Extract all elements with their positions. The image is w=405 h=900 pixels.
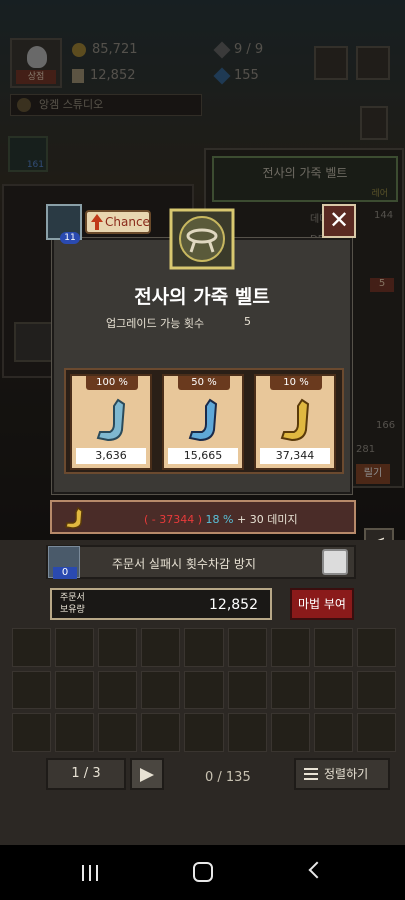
scroll-holdings: 주문서 보유량 12,852	[50, 588, 272, 620]
belt-item-icon	[169, 208, 235, 270]
recent-apps-button[interactable]	[82, 865, 100, 881]
inventory-slot[interactable]	[98, 628, 138, 667]
inventory-slot[interactable]	[356, 670, 396, 710]
inventory-slot[interactable]	[12, 713, 52, 752]
inventory-slot[interactable]	[184, 713, 224, 752]
inventory-slot[interactable]	[55, 628, 95, 667]
belt-scroll-icon	[188, 398, 218, 442]
inventory-slot[interactable]	[356, 628, 396, 667]
success-rate: 18 %	[205, 513, 234, 526]
protect-scroll-count: 0	[53, 567, 77, 579]
option-percent: 100 %	[86, 376, 138, 390]
scroll-option-50[interactable]: 50 % 15,665	[162, 374, 244, 470]
holdings-label: 주문서 보유량	[60, 593, 85, 615]
inventory-slot[interactable]	[12, 670, 52, 710]
option-price: 37,344	[260, 448, 330, 464]
inventory-slot[interactable]	[313, 628, 353, 667]
inventory-slot[interactable]	[141, 628, 181, 667]
equip-level-badge: 11	[60, 232, 80, 244]
inventory-slot[interactable]	[227, 713, 267, 752]
inventory-slot[interactable]	[356, 713, 396, 752]
inventory-slot[interactable]	[227, 628, 267, 667]
inventory-slot[interactable]	[227, 670, 267, 710]
option-percent: 50 %	[178, 376, 230, 390]
scroll-option-100[interactable]: 100 % 3,636	[70, 374, 152, 470]
inventory-slot[interactable]	[184, 628, 224, 667]
close-icon: ✕	[328, 206, 350, 234]
option-percent: 10 %	[270, 376, 322, 390]
inventory-slot[interactable]	[12, 628, 52, 667]
gold-belt-icon	[65, 506, 83, 529]
damage-preview-bar: ( - 37344 ) 18 % + 30 데미지	[50, 500, 356, 534]
scroll-options: 100 % 3,636 50 % 15,665 10 % 37,344	[64, 368, 344, 474]
sort-label: 정렬하기	[324, 767, 369, 781]
protect-option-label: 주문서 실패시 횟수차감 방지	[112, 557, 256, 571]
upgrade-count-value: 5	[244, 315, 251, 328]
chance-button[interactable]: Chance	[85, 210, 151, 234]
modal-title: 전사의 가죽 벨트	[134, 286, 270, 308]
enchant-button[interactable]: 마법 부여	[290, 588, 354, 620]
inventory-grid	[12, 628, 396, 752]
inventory-slot[interactable]	[270, 670, 310, 710]
upgrade-modal: 전사의 가죽 벨트 업그레이드 가능 횟수 5 100 % 3,636 50 %…	[52, 238, 352, 494]
cost-negative: ( - 37344 )	[144, 513, 203, 526]
inventory-slot[interactable]	[141, 670, 181, 710]
inventory-slot[interactable]	[98, 670, 138, 710]
holdings-value: 12,852	[209, 597, 258, 613]
sort-button[interactable]: 정렬하기	[294, 758, 390, 790]
close-button[interactable]: ✕	[322, 204, 356, 238]
option-price: 3,636	[76, 448, 146, 464]
inventory-count: 0 / 135	[205, 770, 251, 785]
scroll-option-10[interactable]: 10 % 37,344	[254, 374, 336, 470]
protect-scroll-icon: 0	[48, 546, 80, 579]
protect-checkbox[interactable]	[322, 549, 348, 575]
inventory-slot[interactable]	[98, 713, 138, 752]
upgrade-count-label: 업그레이드 가능 횟수	[106, 317, 205, 330]
inventory-slot[interactable]	[141, 713, 181, 752]
page-indicator[interactable]: 1 / 3	[46, 758, 126, 790]
option-price: 15,665	[168, 448, 238, 464]
sort-icon	[304, 768, 318, 780]
damage-preview-text: ( - 37344 ) 18 % + 30 데미지	[144, 511, 298, 527]
inventory-slot[interactable]	[313, 713, 353, 752]
arrow-up-icon	[91, 214, 103, 222]
next-page-button[interactable]	[130, 758, 164, 790]
belt-scroll-icon	[280, 398, 310, 442]
inventory-slot[interactable]	[184, 670, 224, 710]
damage-bonus: + 30 데미지	[237, 513, 298, 526]
inventory-slot[interactable]	[270, 713, 310, 752]
belt-scroll-icon	[96, 398, 126, 442]
inventory-slot[interactable]	[270, 628, 310, 667]
inventory-slot[interactable]	[55, 713, 95, 752]
equipped-item-slot[interactable]: 11	[46, 204, 82, 244]
arrow-right-icon	[140, 768, 154, 782]
chance-label: Chance	[105, 215, 150, 229]
inventory-slot[interactable]	[55, 670, 95, 710]
inventory-slot[interactable]	[313, 670, 353, 710]
home-button[interactable]	[193, 862, 213, 882]
